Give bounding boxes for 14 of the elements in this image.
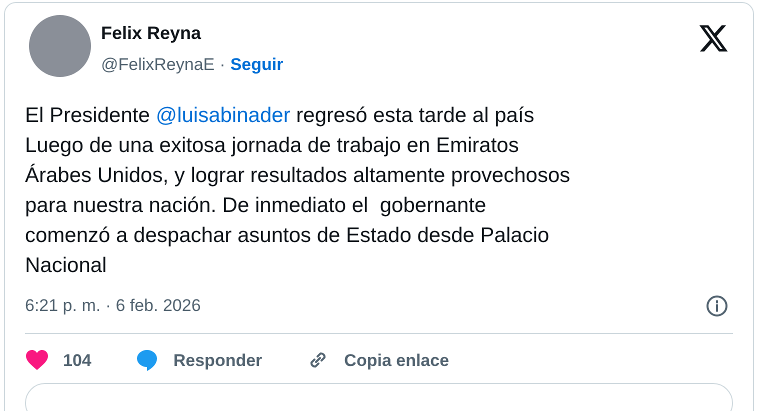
tweet-text: El Presidente @luisabinader regresó esta tarde al país Luego de una exitosa jornada de trabajo en Emiratos Árabes Unidos, y lograr resultados altamente provechosos para nuestra nación. De inmediato el gobernante comenzó a despachar asuntos de Estado desde Palacio Nacional [25, 103, 572, 279]
separator: · [220, 54, 226, 76]
mention-link[interactable]: @luisabinader [156, 104, 290, 127]
like-action[interactable]: 104 [25, 348, 92, 373]
author-name: Felix Reyna [101, 22, 202, 45]
timestamp[interactable]: 6:21 p. m. · 6 feb. 2026 [25, 293, 201, 318]
reply-action[interactable]: Responder [135, 348, 262, 373]
heart-icon [25, 349, 49, 372]
copy-action[interactable]: Copia enlace [306, 348, 450, 373]
author-handle: @FelixReynaE [101, 54, 215, 76]
x-logo-icon[interactable] [699, 25, 729, 53]
info-icon[interactable] [705, 294, 729, 318]
follow-link[interactable]: Seguir [230, 53, 284, 77]
speech-bubble-icon [135, 348, 160, 372]
